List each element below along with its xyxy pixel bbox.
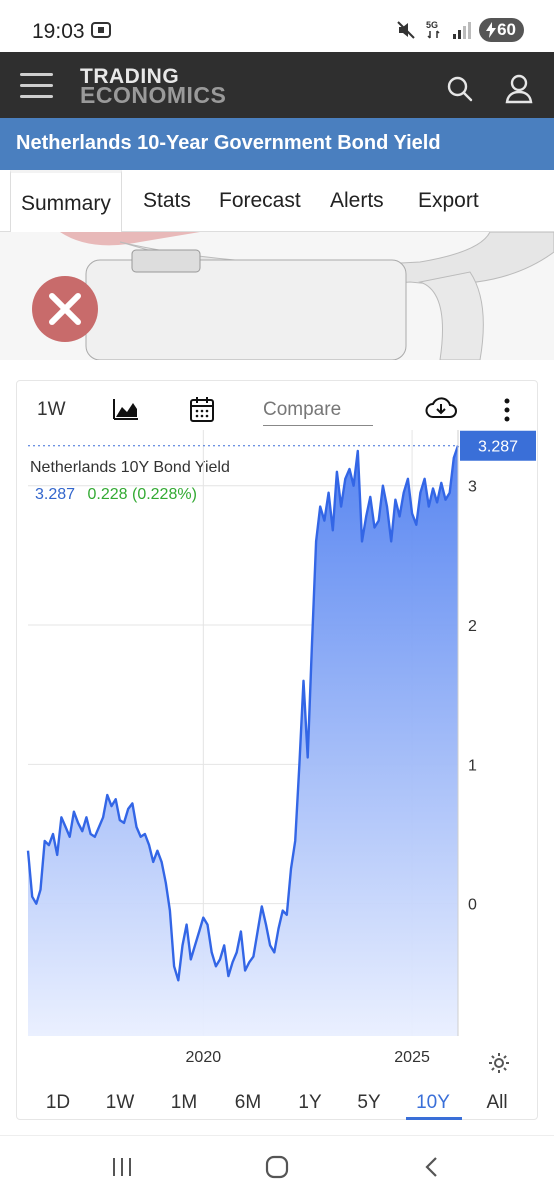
range-1d[interactable]: 1D	[33, 1092, 83, 1114]
y-tick-label: 2	[468, 618, 477, 635]
range-1m[interactable]: 1M	[159, 1092, 209, 1114]
range-1y[interactable]: 1Y	[285, 1092, 335, 1114]
range-all[interactable]: All	[472, 1092, 522, 1114]
x-tick-label: 2025	[394, 1049, 430, 1066]
settings-icon[interactable]	[487, 1051, 511, 1075]
system-nav-bar	[0, 1135, 554, 1200]
range-1w[interactable]: 1W	[95, 1092, 145, 1114]
recent-apps-icon[interactable]	[111, 1156, 133, 1178]
back-icon[interactable]	[423, 1156, 439, 1178]
range-selector: 1D 1W 1M 6M 1Y 5Y 10Y All	[16, 1084, 538, 1120]
chart-plot[interactable]: 3 2 1 0 2020 2025 3.287	[0, 0, 554, 1080]
y-tick-label: 3	[468, 479, 477, 496]
range-10y[interactable]: 10Y	[408, 1092, 458, 1114]
y-tick-label: 0	[468, 897, 477, 914]
y-tick-label: 1	[468, 757, 477, 774]
x-tick-label: 2020	[186, 1049, 222, 1066]
range-6m[interactable]: 6M	[223, 1092, 273, 1114]
price-tag-label: 3.287	[478, 439, 518, 456]
range-5y[interactable]: 5Y	[344, 1092, 394, 1114]
home-icon[interactable]	[264, 1154, 290, 1180]
range-active-underline	[406, 1117, 462, 1120]
